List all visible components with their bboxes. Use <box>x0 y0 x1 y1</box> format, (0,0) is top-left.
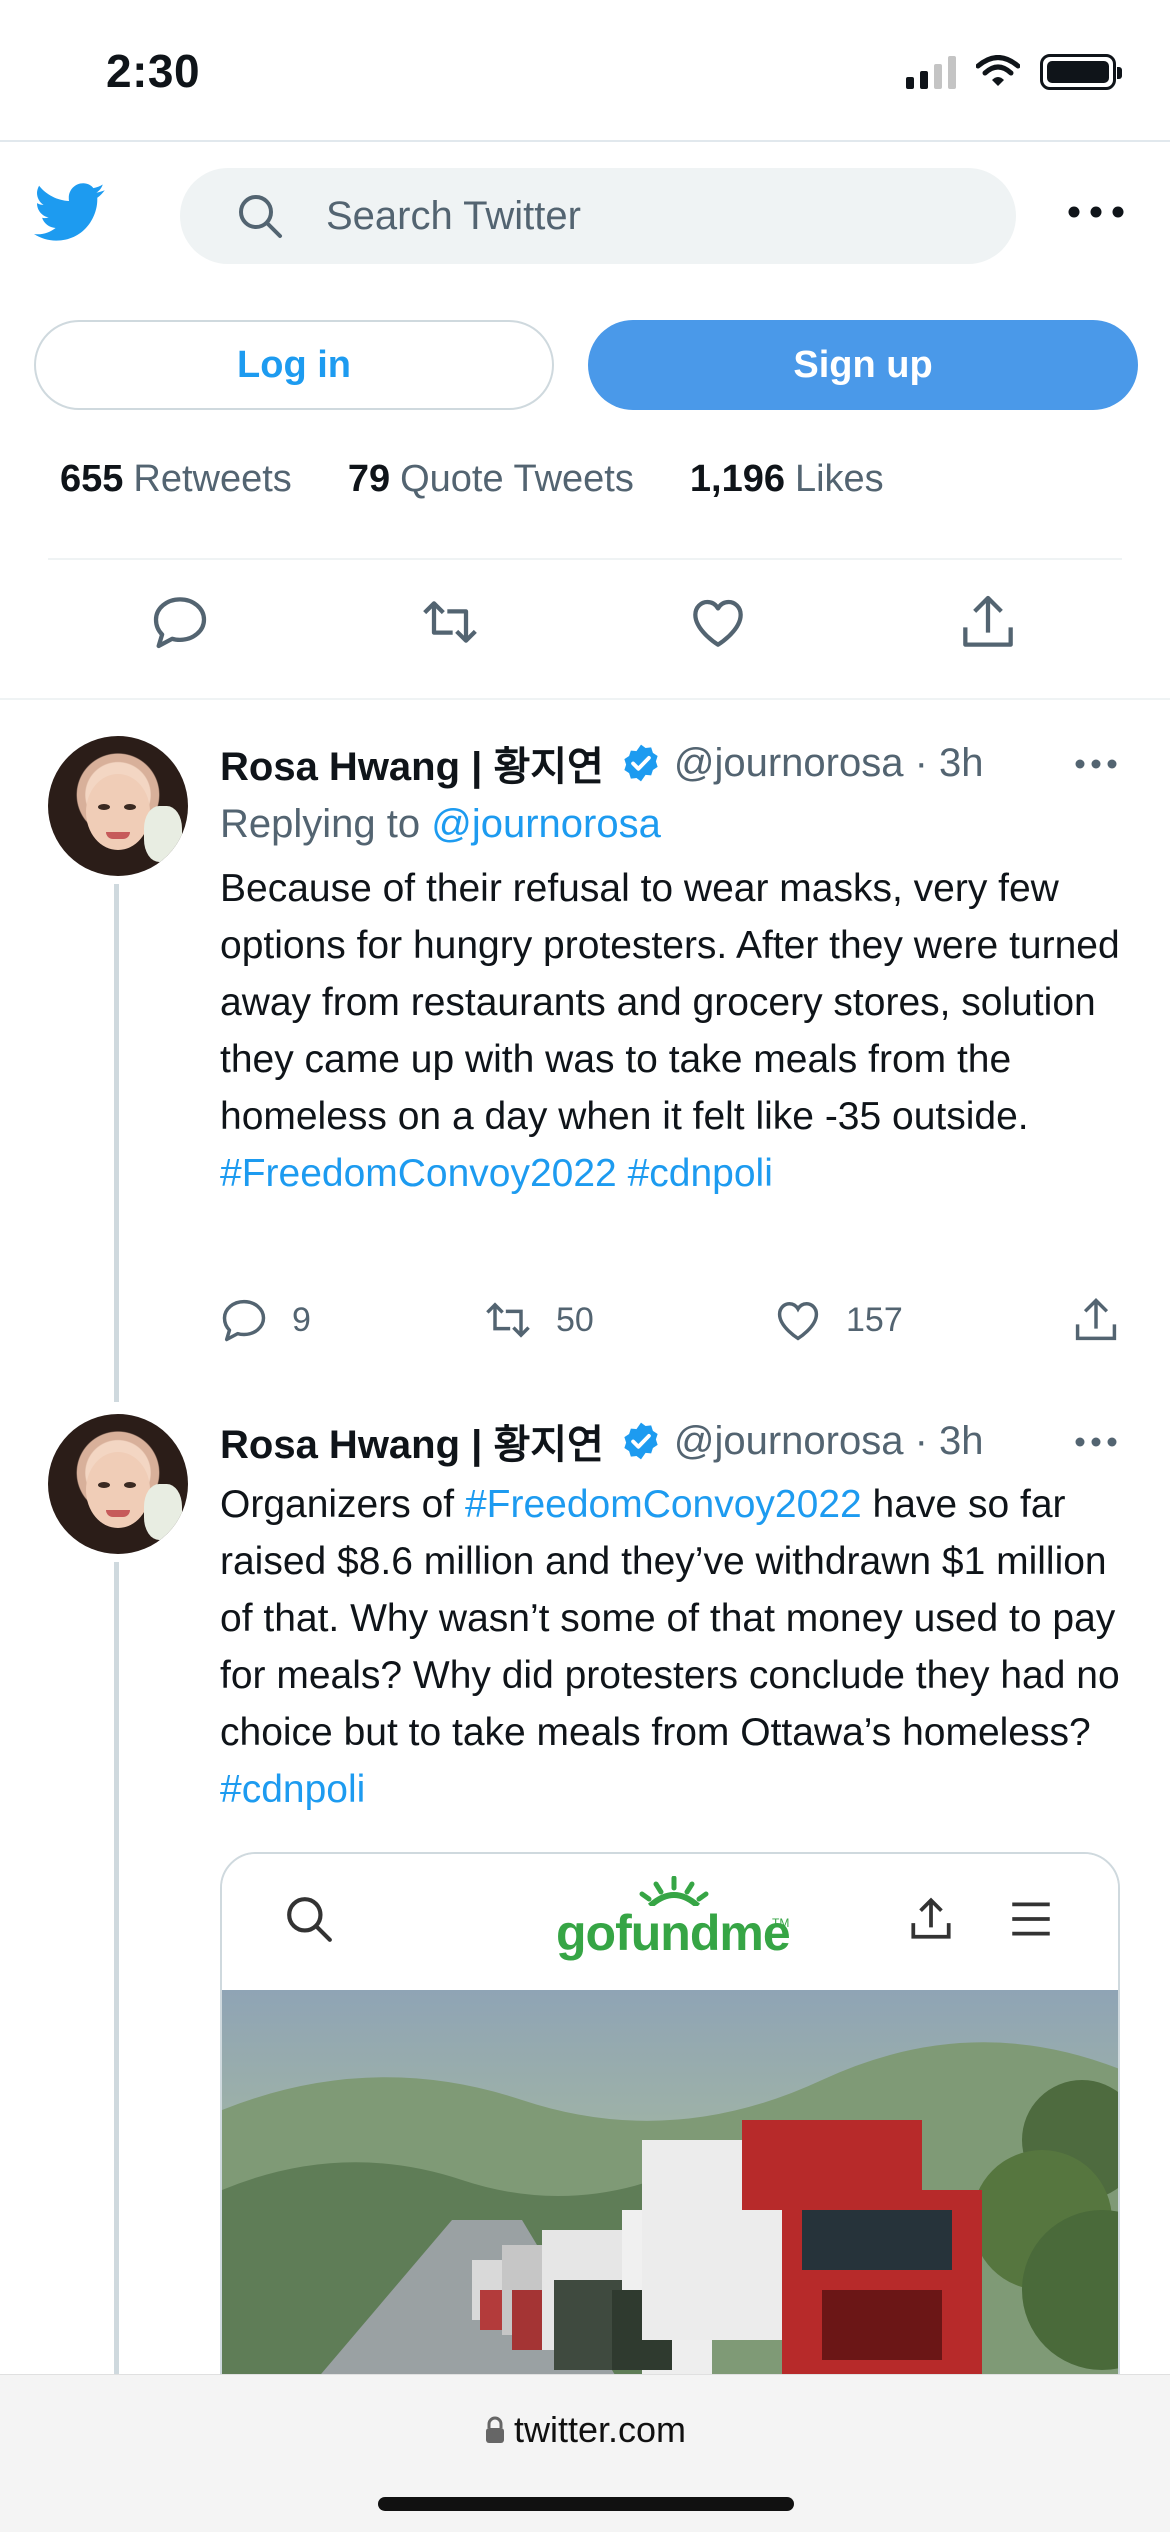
quote-tweets-count: 79 <box>347 458 391 500</box>
hashtag-link[interactable]: #cdnpoli <box>220 1768 365 1811</box>
battery-icon <box>1040 54 1122 90</box>
more-horizontal-icon[interactable] <box>1066 202 1126 222</box>
reply-count: 9 <box>292 1300 311 1339</box>
trademark-mark: TM <box>772 1916 790 1930</box>
avatar[interactable] <box>48 1414 188 1554</box>
top-header <box>0 142 1170 292</box>
twitter-bird-icon[interactable] <box>34 182 106 244</box>
likes-count: 1,196 <box>689 458 785 500</box>
tweet-header: Rosa Hwang | 황지연 @journorosa · 3h <box>220 734 984 792</box>
tweet-media-card[interactable]: gofundme TM <box>220 1852 1120 2412</box>
tweet-actions: 9 50 157 <box>0 1294 1170 1354</box>
divider <box>0 698 1170 700</box>
author-name[interactable]: Rosa Hwang | 황지연 <box>220 1412 604 1470</box>
retweets-stat[interactable]: 655 Retweets <box>60 458 292 501</box>
hamburger-menu-icon <box>1012 1902 1050 1936</box>
share-action[interactable] <box>1070 1294 1144 1346</box>
cellular-signal-icon <box>906 55 956 89</box>
quote-tweets-label: Quote Tweets <box>400 458 634 500</box>
convoy-trucks-image <box>222 2042 1118 2410</box>
retweet-icon[interactable] <box>418 590 482 654</box>
trucks-photo <box>222 1990 1118 2410</box>
more-horizontal-icon[interactable] <box>1074 1435 1118 1449</box>
signup-button[interactable]: Sign up <box>588 320 1138 410</box>
like-heart-icon <box>777 1302 819 1341</box>
share-icon[interactable] <box>956 590 1020 654</box>
main-tweet-actions <box>0 590 1170 670</box>
search-icon <box>287 1897 332 1942</box>
replying-to: Replying to @journorosa <box>220 802 661 847</box>
browser-url-bar: twitter.com <box>0 2374 1170 2532</box>
tweet-stats: 655 Retweets 79 Quote Tweets 1,196 Likes <box>60 458 940 501</box>
home-indicator[interactable] <box>378 2497 794 2511</box>
retweet-count: 50 <box>556 1300 594 1339</box>
like-count: 157 <box>846 1300 903 1339</box>
lock-icon <box>485 2416 504 2443</box>
tweet-body: Organizers of <box>220 1483 455 1526</box>
gofundme-wordmark: gofundme <box>556 1905 791 1961</box>
verified-badge-icon <box>624 744 658 782</box>
retweets-count: 655 <box>60 458 124 500</box>
search-bar[interactable] <box>180 168 1016 264</box>
hashtag-link[interactable]: #FreedomConvoy2022 <box>220 1152 617 1195</box>
status-time: 2:30 <box>106 45 201 97</box>
reply-icon <box>222 1299 266 1342</box>
retweet-icon <box>486 1302 530 1338</box>
hashtag-link[interactable]: #FreedomConvoy2022 <box>465 1483 862 1526</box>
status-icons <box>906 54 1122 90</box>
verified-badge-icon <box>624 1422 658 1460</box>
search-input[interactable] <box>326 193 926 239</box>
search-icon <box>239 195 282 238</box>
gofundme-sun-icon <box>639 1876 709 1906</box>
gofundme-logo: gofundme TM <box>556 1876 791 1961</box>
gofundme-header: gofundme TM <box>222 1854 1118 1990</box>
reply-action[interactable]: 9 <box>218 1294 311 1346</box>
like-heart-icon[interactable] <box>686 590 750 654</box>
tweet-text: Because of their refusal to wear masks, … <box>220 860 1120 1202</box>
replying-to-handle[interactable]: @journorosa <box>431 802 661 846</box>
avatar[interactable] <box>48 736 188 876</box>
likes-stat[interactable]: 1,196 Likes <box>690 458 884 501</box>
wifi-icon <box>976 55 1020 86</box>
tweet-header: Rosa Hwang | 황지연 @journorosa · 3h <box>220 1412 984 1470</box>
author-handle-time[interactable]: @journorosa · 3h <box>674 741 984 786</box>
share-icon <box>1075 1298 1117 1341</box>
quote-tweets-stat[interactable]: 79 Quote Tweets <box>348 458 634 501</box>
status-bar: 2:30 <box>0 0 1170 140</box>
divider <box>48 558 1122 560</box>
author-name[interactable]: Rosa Hwang | 황지연 <box>220 734 604 792</box>
thread-line <box>114 1562 119 2374</box>
reply-icon[interactable] <box>148 590 212 654</box>
url-text: twitter.com <box>513 2409 687 2450</box>
login-button[interactable]: Log in <box>34 320 554 410</box>
retweets-label: Retweets <box>133 458 292 500</box>
url-display[interactable]: twitter.com <box>0 2409 1170 2451</box>
more-horizontal-icon[interactable] <box>1074 757 1118 771</box>
author-handle-time[interactable]: @journorosa · 3h <box>674 1419 984 1464</box>
tweet-body: Because of their refusal to wear masks, … <box>220 867 1120 1138</box>
retweet-action[interactable]: 50 <box>482 1294 594 1346</box>
share-icon <box>911 1897 951 1939</box>
replying-to-label: Replying to <box>220 802 421 846</box>
like-action[interactable]: 157 <box>772 1294 903 1346</box>
hashtag-link[interactable]: #cdnpoli <box>628 1152 773 1195</box>
tweet-text: Organizers of #FreedomConvoy2022 have so… <box>220 1476 1120 1818</box>
likes-label: Likes <box>794 458 884 500</box>
